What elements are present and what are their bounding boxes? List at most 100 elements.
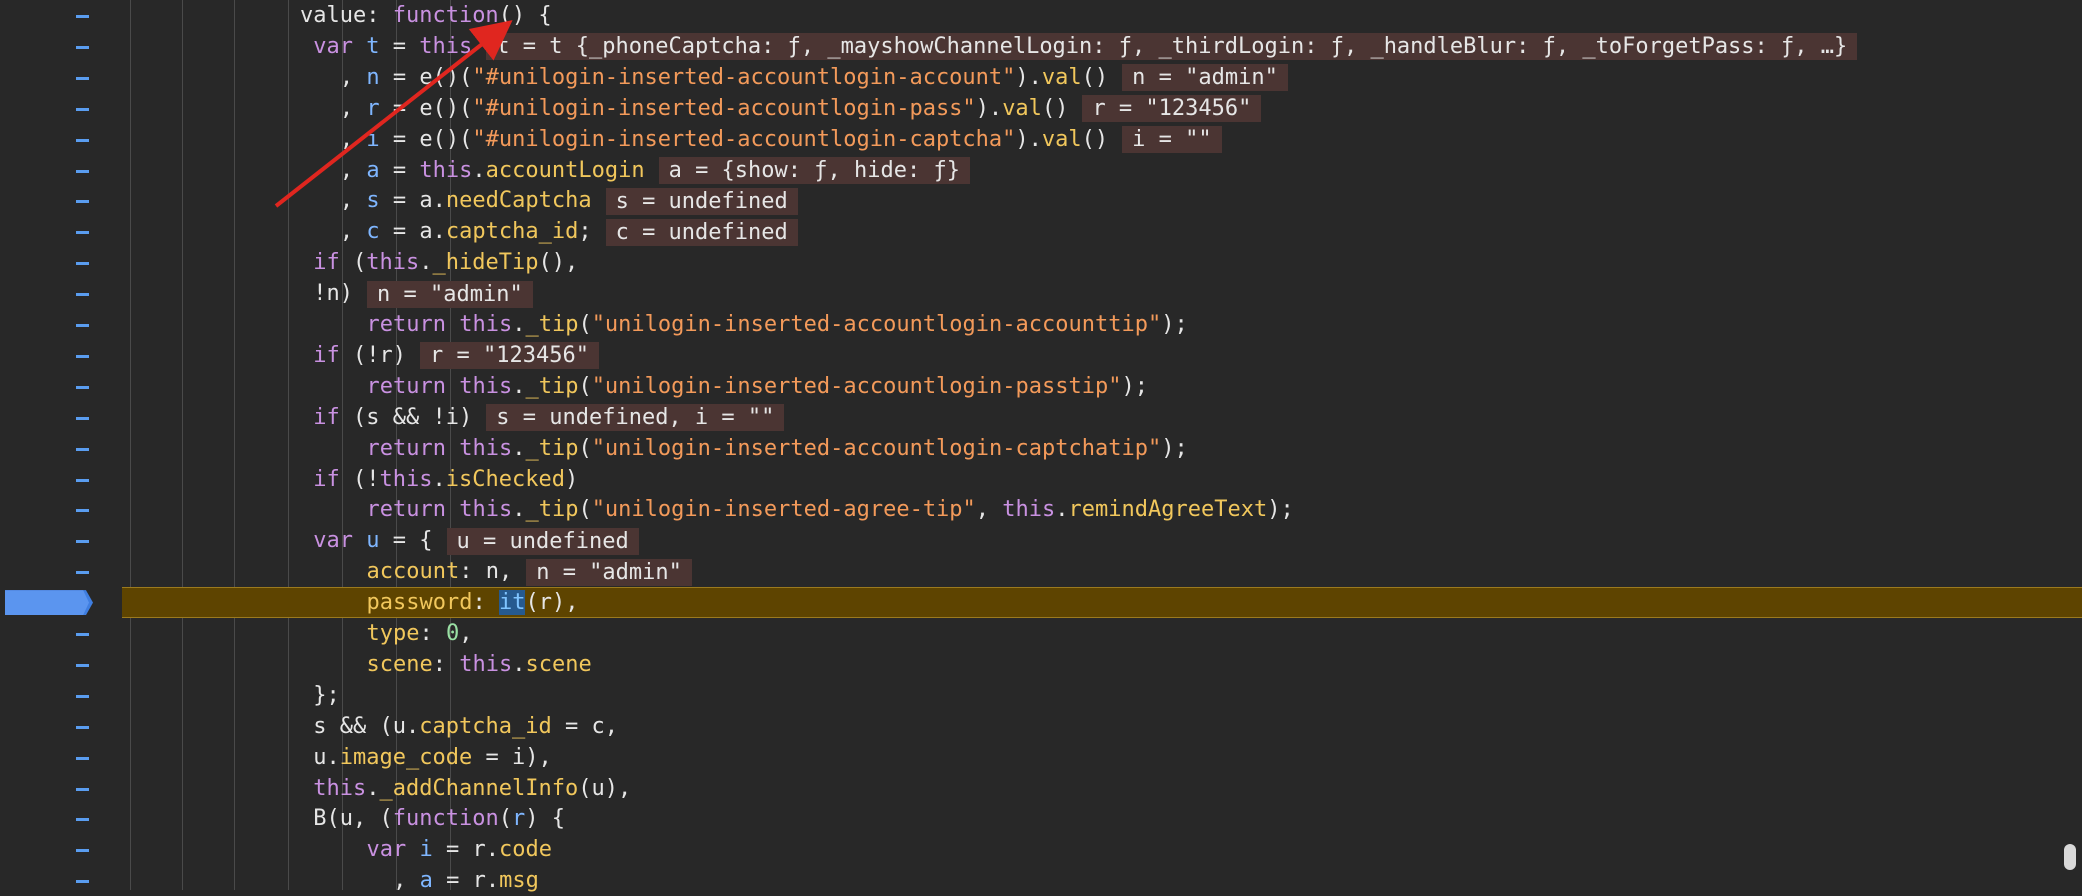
code-line[interactable]: s && (u.captcha_id = c, — [0, 711, 2082, 742]
code-text: password: it(r), — [367, 587, 578, 618]
code-text: scene: this.scene — [367, 649, 592, 680]
line-marker[interactable] — [76, 725, 89, 729]
code-line[interactable]: var u = {u = undefined — [0, 525, 2082, 556]
code-text: , c = a.captcha_id; c = undefined — [340, 216, 798, 247]
code-line[interactable]: type: 0, — [0, 618, 2082, 649]
line-marker[interactable] — [76, 756, 89, 760]
line-marker[interactable] — [76, 509, 89, 513]
code-text: , n = e()("#unilogin-inserted-accountlog… — [340, 62, 1288, 93]
code-line[interactable]: value: function() { — [0, 0, 2082, 31]
line-marker[interactable] — [76, 15, 89, 18]
code-token: this — [366, 250, 420, 276]
code-token: msg — [499, 868, 539, 894]
line-marker[interactable] — [76, 138, 89, 142]
code-token: ( — [578, 497, 592, 523]
code-token: , — [339, 219, 367, 245]
line-marker[interactable] — [76, 540, 89, 544]
code-token: scene — [525, 651, 592, 677]
line-marker[interactable] — [76, 45, 89, 49]
code-line[interactable]: return this._tip("unilogin-inserted-acco… — [0, 309, 2082, 340]
code-token: value: — [300, 3, 393, 28]
code-token: ( — [578, 373, 592, 399]
code-token: return — [366, 373, 460, 399]
line-marker[interactable] — [76, 633, 89, 636]
code-token: (u), — [578, 775, 632, 801]
line-marker[interactable] — [76, 293, 89, 297]
code-token: , — [339, 157, 367, 183]
code-token: captcha_id — [445, 219, 579, 245]
code-text: , a = this.accountLogin a = {show: ƒ, hid… — [340, 155, 970, 186]
code-token: _tip — [525, 435, 579, 461]
code-line[interactable]: if (!r) r = "123456" — [0, 340, 2082, 371]
selected-token: it — [498, 590, 526, 616]
line-marker[interactable] — [76, 231, 89, 235]
code-token: , — [339, 95, 367, 121]
code-token: . — [472, 157, 486, 183]
line-marker[interactable] — [76, 107, 89, 111]
code-token: , — [339, 64, 367, 90]
code-line[interactable]: , i = e()("#unilogin-inserted-accountlog… — [0, 124, 2082, 155]
line-marker[interactable] — [76, 571, 89, 575]
code-line[interactable]: , a = this.accountLogin a = {show: ƒ, hid… — [0, 155, 2082, 186]
line-marker[interactable] — [76, 169, 89, 173]
code-token: . — [512, 373, 526, 399]
code-line[interactable]: if (s && !i) s = undefined, i = "" — [0, 402, 2082, 433]
code-text: }; — [313, 680, 340, 711]
line-marker[interactable] — [76, 787, 89, 791]
line-marker[interactable] — [76, 76, 89, 80]
line-marker[interactable] — [76, 818, 89, 822]
line-marker[interactable] — [76, 416, 89, 420]
code-text: this._addChannelInfo(u), — [313, 773, 631, 804]
code-token: = a. — [379, 188, 446, 214]
code-line[interactable]: !n) n = "admin" — [0, 278, 2082, 309]
current-line[interactable]: password: it(r), — [0, 587, 2082, 619]
line-marker[interactable] — [76, 849, 89, 853]
code-token: this — [459, 373, 513, 399]
code-line[interactable]: var t = this t = t {_phoneCaptcha: ƒ, _ma… — [0, 31, 2082, 62]
code-line[interactable]: var i = r.code — [0, 834, 2082, 865]
code-line[interactable]: B(u, (function(r) { — [0, 803, 2082, 834]
code-text: return this._tip("unilogin-inserted-acco… — [367, 371, 1149, 402]
vertical-scrollbar-thumb[interactable] — [2064, 844, 2076, 870]
code-line[interactable]: return this._tip("unilogin-inserted-agre… — [0, 494, 2082, 525]
code-line[interactable]: , a = r.msg — [0, 865, 2082, 896]
code-line[interactable]: this._addChannelInfo(u), — [0, 773, 2082, 804]
code-token: n — [366, 64, 380, 90]
code-line[interactable]: scene: this.scene — [0, 649, 2082, 680]
code-line[interactable]: , s = a.needCaptcha s = undefined — [0, 185, 2082, 216]
code-line[interactable]: return this._tip("unilogin-inserted-acco… — [0, 371, 2082, 402]
code-token: var — [313, 33, 367, 59]
line-marker[interactable] — [76, 385, 89, 389]
code-line[interactable]: if (!this.isChecked) — [0, 464, 2082, 495]
code-token: = { — [379, 528, 433, 554]
breakpoint-icon[interactable] — [5, 590, 93, 616]
code-text: , a = r.msg — [393, 865, 539, 896]
line-marker[interactable] — [76, 354, 89, 358]
code-token: ( — [339, 250, 367, 276]
code-line[interactable]: account: n, n = "admin" — [0, 556, 2082, 587]
line-marker[interactable] — [76, 478, 89, 482]
line-marker[interactable] — [76, 200, 89, 204]
code-token: , — [393, 868, 420, 894]
line-marker[interactable] — [76, 447, 89, 451]
code-token: this — [459, 651, 513, 677]
code-token: t — [366, 33, 380, 59]
code-text: return this._tip("unilogin-inserted-agre… — [367, 494, 1294, 525]
line-marker[interactable] — [76, 694, 89, 698]
line-marker[interactable] — [76, 324, 89, 327]
code-line[interactable]: u.image_code = i), — [0, 742, 2082, 773]
line-marker[interactable] — [76, 880, 89, 884]
code-token: = r. — [432, 868, 500, 894]
code-token: this — [459, 435, 513, 461]
code-editor[interactable]: value: function() {var t = this t = t {_p… — [0, 0, 2082, 893]
code-line[interactable]: }; — [0, 680, 2082, 711]
line-marker[interactable] — [76, 663, 89, 667]
code-line[interactable]: , c = a.captcha_id; c = undefined — [0, 216, 2082, 247]
code-token: ) { — [525, 806, 565, 832]
code-line[interactable]: return this._tip("unilogin-inserted-acco… — [0, 433, 2082, 464]
code-line[interactable]: , n = e()("#unilogin-inserted-accountlog… — [0, 62, 2082, 93]
line-marker[interactable] — [76, 262, 89, 266]
code-line[interactable]: if (this._hideTip(), — [0, 247, 2082, 278]
code-line[interactable]: , r = e()("#unilogin-inserted-accountlog… — [0, 93, 2082, 124]
code-token: (s && !i) — [339, 404, 473, 430]
